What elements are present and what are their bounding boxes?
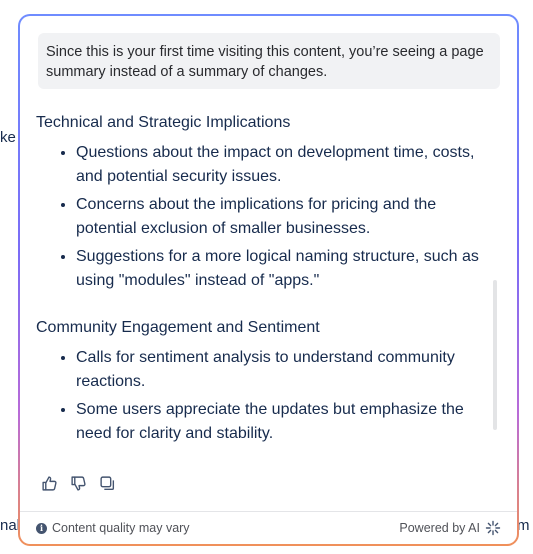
section-heading: Community Engagement and Sentiment bbox=[36, 319, 320, 336]
thumbs-down-button[interactable] bbox=[69, 474, 88, 493]
list-item: Calls for sentiment analysis to understa… bbox=[76, 346, 496, 394]
first-visit-notice: Since this is your first time visiting t… bbox=[38, 33, 500, 89]
list-item: Some users appreciate the updates but em… bbox=[76, 398, 496, 446]
thumbs-up-icon bbox=[42, 476, 57, 491]
bullet-list: Calls for sentiment analysis to understa… bbox=[36, 346, 496, 446]
copy-button[interactable] bbox=[98, 474, 117, 493]
section-heading: Technical and Strategic Implications bbox=[36, 114, 291, 131]
quality-disclaimer: i Content quality may vary bbox=[36, 521, 190, 535]
ai-summary-popup: Since this is your first time visiting t… bbox=[18, 14, 519, 546]
background-text-fragment: ke bbox=[0, 129, 16, 146]
list-item: Concerns about the implications for pric… bbox=[76, 193, 496, 241]
ai-summary-panel: Since this is your first time visiting t… bbox=[20, 16, 517, 544]
list-item: Suggestions for a more logical naming st… bbox=[76, 245, 496, 293]
feedback-actions bbox=[40, 474, 117, 496]
thumbs-down-icon bbox=[71, 476, 86, 491]
info-icon: i bbox=[36, 522, 47, 534]
scrollbar[interactable] bbox=[493, 280, 497, 430]
bullet-list: Questions about the impact on developmen… bbox=[36, 141, 496, 293]
copy-icon bbox=[100, 476, 115, 491]
disclaimer-text: Content quality may vary bbox=[52, 521, 190, 535]
powered-by: Powered by AI bbox=[399, 520, 501, 536]
list-item: Questions about the impact on developmen… bbox=[76, 141, 496, 189]
summary-content[interactable]: Technical and Strategic Implications Que… bbox=[36, 112, 496, 454]
ai-sparkle-icon bbox=[485, 520, 501, 536]
thumbs-up-button[interactable] bbox=[40, 474, 59, 493]
powered-by-text: Powered by AI bbox=[399, 521, 480, 535]
popup-footer: i Content quality may vary Powered by AI bbox=[20, 511, 517, 544]
